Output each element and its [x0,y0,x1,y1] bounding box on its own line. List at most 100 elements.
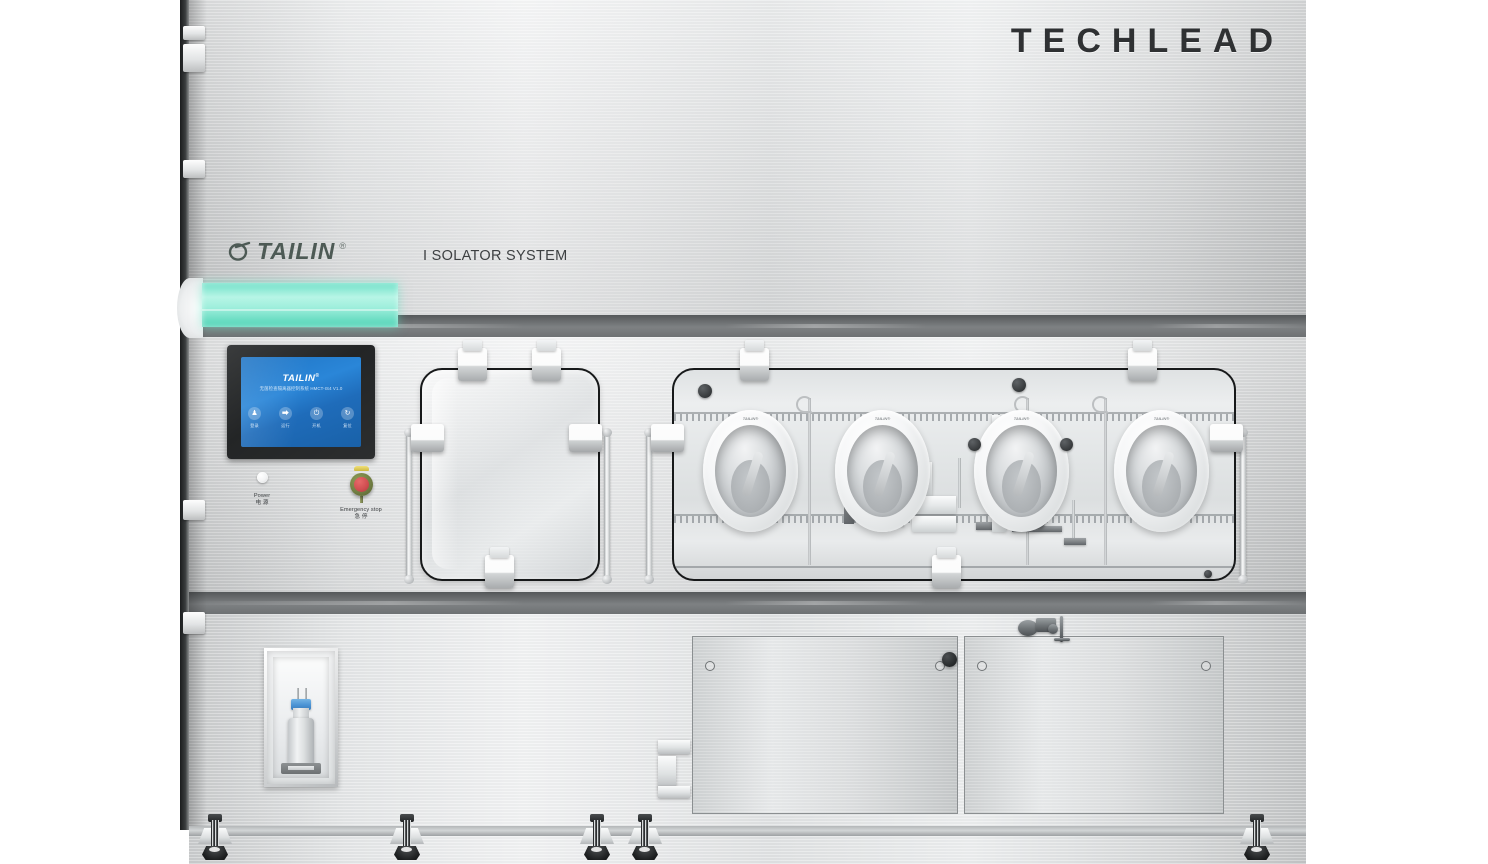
foot-stem [211,820,219,846]
glove-port-2[interactable]: TAILIN® [835,410,930,532]
hmi-button-login[interactable]: ♟ 登录 [244,407,266,429]
foot-pad [1244,846,1270,860]
glove-port-4[interactable]: TAILIN® [1114,410,1209,532]
chamber-post [1104,398,1107,565]
strut-end-icon [602,428,612,437]
internal-module-dark [1064,538,1086,545]
chamber-top-knob[interactable] [1012,378,1026,392]
door-latch-clamp[interactable] [740,340,769,381]
chamber-port-knob[interactable] [698,384,712,398]
support-bracket [658,740,690,754]
glove-port-sleeve [715,425,786,517]
status-light-bar [202,283,398,327]
hmi-button-reset-label: 复位 [343,423,352,428]
glove-port-3[interactable]: TAILIN® [974,410,1069,532]
estop-ring-icon [353,466,369,471]
estop-label-cn: 急 停 [354,514,368,520]
reagent-bottle [288,718,314,766]
foot-stem [641,820,649,846]
estop-mushroom-icon [349,473,373,496]
gas-strut [404,428,414,584]
left-cowl [177,278,203,338]
reset-icon: ↻ [341,407,354,420]
access-panel-left[interactable] [692,636,958,814]
foot-stem [593,820,601,846]
door-hinge [183,44,205,72]
foot-pad [202,846,228,860]
foot-pad [632,846,658,860]
door-latch-clamp[interactable] [1210,424,1243,452]
bottle-viewing-window [264,648,338,787]
door-latch-clamp[interactable] [1128,340,1157,381]
estop-label-en: Emergency stop [340,507,382,513]
hmi-button-run[interactable]: ⮕ 运行 [275,407,297,429]
support-bracket [658,786,690,798]
door-latch-clamp[interactable] [651,424,684,452]
door-hinge [183,612,205,634]
hmi-logo-text: TAILIN® [241,373,361,384]
product-photo-canvas: TECHLEAD TAILIN ® I SOLATOR SYSTEM TAILI… [0,0,1488,864]
techlead-brand-logo: TECHLEAD [1010,22,1284,60]
tailin-brand-logo: TAILIN ® [228,240,346,264]
glove-port-1[interactable]: TAILIN® [703,410,798,532]
gas-strut [1238,428,1248,584]
door-latch-clamp[interactable] [485,547,514,588]
tailin-mark-icon [228,241,251,261]
access-panel-right[interactable] [964,636,1224,814]
post-hook-icon [796,396,813,413]
chamber-knob[interactable] [1204,570,1212,578]
hmi-button-power-label: 开机 [312,423,321,428]
hmi-button-login-label: 登录 [250,423,259,428]
door-hinge [183,26,205,40]
user-icon: ♟ [248,407,261,420]
emergency-stop-button[interactable]: Emergency stop 急 停 [335,466,387,521]
support-bracket [658,756,676,788]
strut-end-icon [1238,575,1248,584]
hmi-subtitle: 无菌检查隔离器控制系统 HMCT-IS4 V1.0 [259,386,343,391]
internal-rod [958,458,961,508]
strut-end-icon [404,575,414,584]
foot-stem [1253,820,1261,846]
hmi-button-row: ♟ 登录 ⮕ 运行 ⏻ 开机 ↻ 复位 [241,407,361,429]
door-latch-clamp[interactable] [932,547,961,588]
post-hook-icon [1092,396,1109,413]
foot-pad [584,846,610,860]
chamber-knob[interactable] [968,438,981,451]
panel-screw [705,661,715,671]
glove-port-sleeve [1126,425,1197,517]
internal-module [912,516,956,532]
glove-port-brand-label: TAILIN® [1153,416,1170,421]
system-type-label: I SOLATOR SYSTEM [423,248,568,264]
export-icon-glyph: ⮕ [282,410,289,417]
hmi-button-reset[interactable]: ↻ 复位 [337,407,359,429]
hmi-touchscreen-panel[interactable]: TAILIN® 无菌检查隔离器控制系统 HMCT-IS4 V1.0 ♟ 登录 ⮕ [227,345,375,459]
chamber-post [808,398,811,565]
valve-body [1048,624,1058,634]
bottle-holder [281,763,321,774]
lower-divider-band [189,592,1306,614]
power-indicator: Power 电 源 [242,472,282,507]
band-highlight [189,601,1306,605]
left-chamber-door[interactable] [420,368,600,581]
strut-end-icon [602,575,612,584]
hmi-screen[interactable]: TAILIN® 无菌检查隔离器控制系统 HMCT-IS4 V1.0 ♟ 登录 ⮕ [241,357,361,447]
hmi-button-run-label: 运行 [281,423,290,428]
jamb-shadow [189,0,207,830]
cabinet-latch-knob[interactable] [942,652,957,667]
power-icon: ⏻ [310,407,323,420]
glove-port-sleeve [847,425,918,517]
chamber-knob[interactable] [1060,438,1073,451]
registered-trademark-icon: ® [339,241,347,251]
glove-port-brand-label: TAILIN® [874,416,891,421]
door-latch-clamp[interactable] [532,340,561,381]
glove-port-brand-label: TAILIN® [1013,416,1030,421]
hmi-button-power[interactable]: ⏻ 开机 [306,407,328,429]
door-latch-clamp[interactable] [411,424,444,452]
door-latch-clamp[interactable] [458,340,487,381]
door-hinge [183,160,205,178]
valve-assembly [1018,616,1074,646]
door-latch-clamp[interactable] [569,424,602,452]
glove-port-sleeve [986,425,1057,517]
gas-strut [644,428,654,584]
hmi-logo-label: TAILIN [282,373,316,385]
